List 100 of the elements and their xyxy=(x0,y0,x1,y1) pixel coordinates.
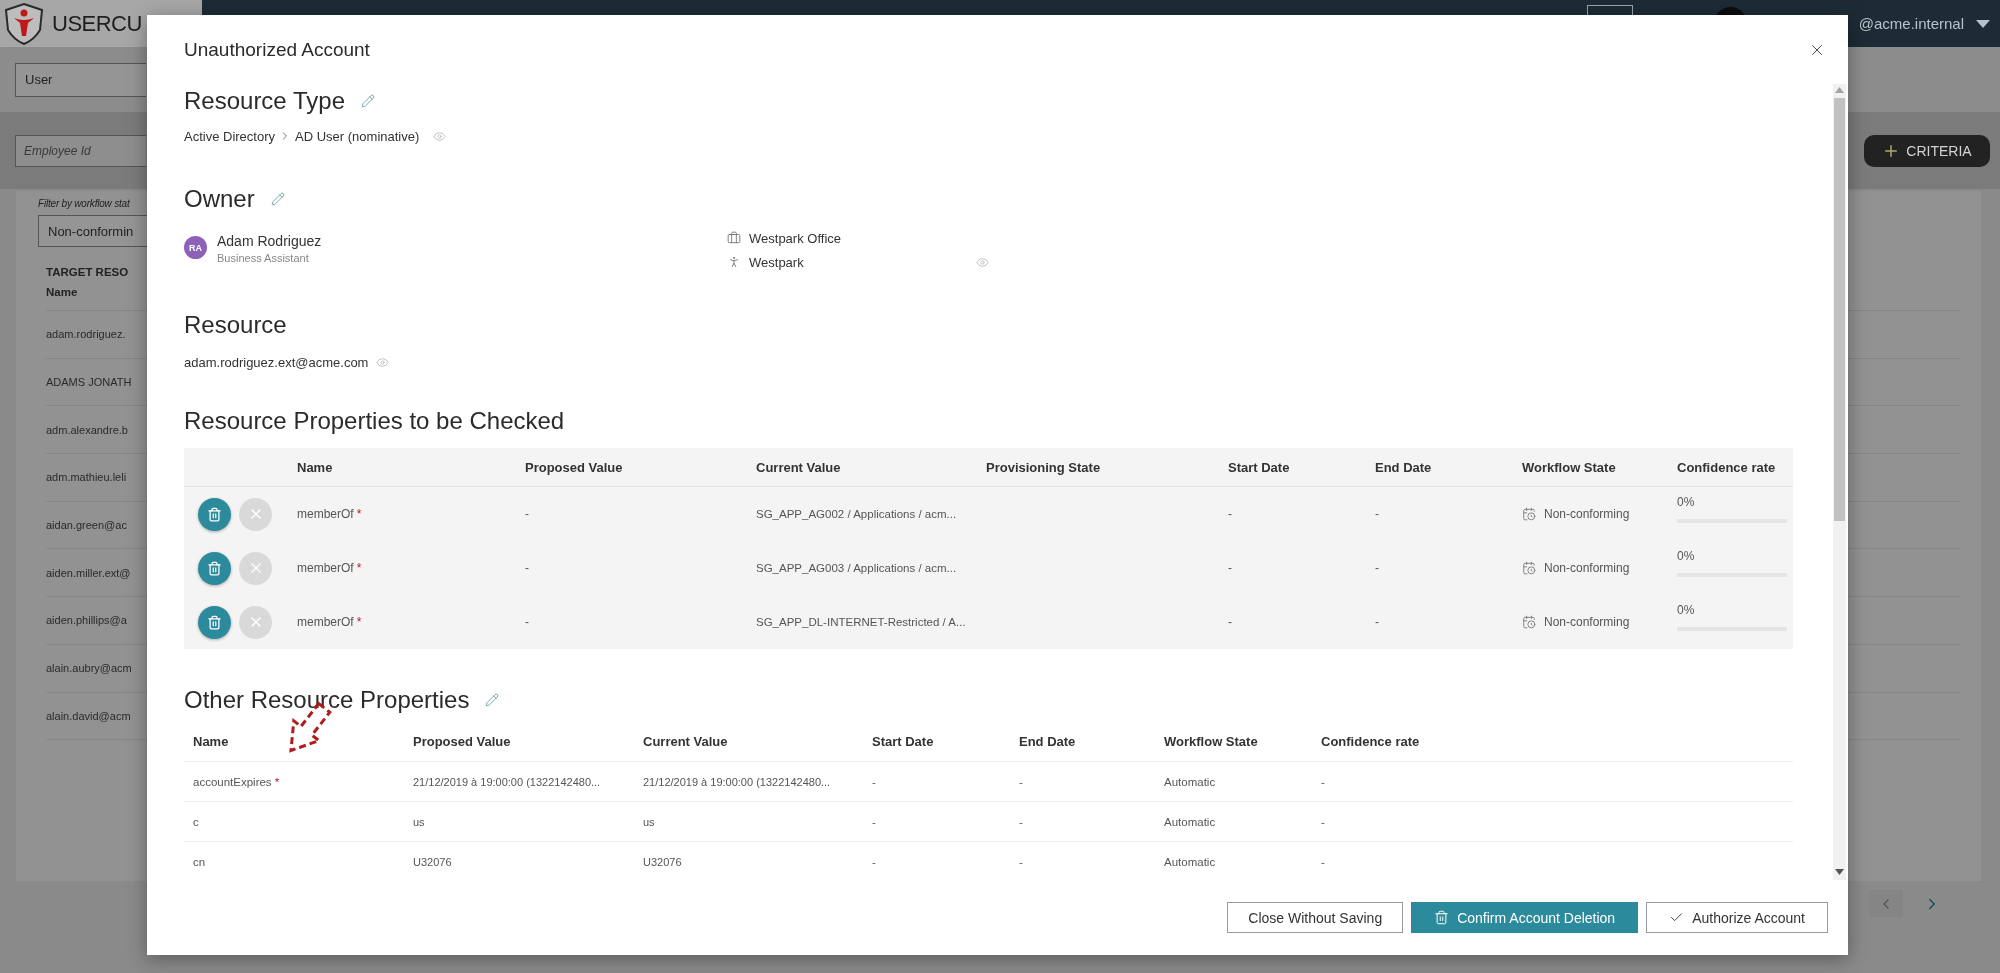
workflow-state: Non-conforming xyxy=(1544,561,1630,575)
table-cell: - xyxy=(1019,815,1023,828)
table-cell: - xyxy=(525,615,529,629)
table-cell: - xyxy=(1375,507,1379,521)
breadcrumb-item[interactable]: Active Directory xyxy=(184,128,276,144)
entity-select[interactable]: User xyxy=(15,62,146,97)
column-header: Confidence rate xyxy=(1677,459,1776,475)
section-heading: Owner xyxy=(184,184,255,214)
table-cell: - xyxy=(872,855,876,868)
dialog-button[interactable]: Confirm Account Deletion xyxy=(1411,902,1639,933)
dismiss-button[interactable] xyxy=(239,497,272,531)
list-item[interactable]: aidan.green@ac xyxy=(46,519,127,532)
table-cell: cn xyxy=(193,855,206,868)
table-cell: SG_APP_AG002 / Applications / acm... xyxy=(756,508,957,520)
table-cell: Automatic xyxy=(1164,775,1216,788)
list-item[interactable]: aiden.phillips@a xyxy=(46,614,127,627)
scroll-up-icon[interactable] xyxy=(1835,87,1844,93)
briefcase-icon xyxy=(727,231,741,245)
table-cell: c xyxy=(193,815,199,828)
table-cell: us xyxy=(643,815,655,828)
eye-icon[interactable] xyxy=(976,255,989,269)
column-header: Name xyxy=(297,459,333,475)
logo-text: USERCU xyxy=(52,10,142,37)
list-item[interactable]: adam.rodriguez. xyxy=(46,328,126,341)
search-field[interactable]: Employee Id xyxy=(15,134,146,167)
dialog-title: Unauthorized Account xyxy=(184,38,370,61)
table-cell: 21/12/2019 à 19:00:00 (1322142480... xyxy=(413,775,601,788)
criteria-button[interactable]: CRITERIA xyxy=(1864,134,1990,167)
section-heading: Resource Properties to be Checked xyxy=(184,406,565,436)
column-header: Start Date xyxy=(872,734,934,749)
column-header: End Date xyxy=(1375,459,1432,475)
table-cell: - xyxy=(1228,561,1232,575)
trash-icon xyxy=(1434,910,1450,925)
table-cell: Automatic xyxy=(1164,815,1216,828)
user-name[interactable]: @acme.internal xyxy=(1858,15,1964,32)
section-heading: Other Resource Properties xyxy=(184,685,470,715)
table-cell: 21/12/2019 à 19:00:00 (1322142480... xyxy=(643,775,831,788)
eye-icon[interactable] xyxy=(433,129,447,143)
calendar-clock-icon xyxy=(1522,561,1536,575)
previous-page-button[interactable] xyxy=(1869,890,1903,917)
edit-icon[interactable] xyxy=(485,693,500,707)
column-header: End Date xyxy=(1019,734,1076,749)
list-item[interactable]: adm.mathieu.leli xyxy=(46,471,127,484)
list-item[interactable]: adm.alexandre.b xyxy=(46,423,128,436)
table-cell: - xyxy=(1019,775,1023,788)
table-cell: - xyxy=(1321,775,1325,788)
trash-icon xyxy=(207,614,222,630)
column-header: Current Value xyxy=(756,459,841,475)
table-cell: - xyxy=(525,561,529,575)
workflow-state: Non-conforming xyxy=(1544,615,1630,629)
dialog-button[interactable]: Authorize Account xyxy=(1646,902,1828,933)
filter-select[interactable]: Non-conformin xyxy=(38,215,147,247)
table-cell: accountExpires * xyxy=(193,775,280,788)
table-cell: SG_APP_AG003 / Applications / acm... xyxy=(756,562,957,574)
column-header: TARGET RESO xyxy=(46,265,129,280)
table-cell: - xyxy=(872,775,876,788)
logo-icon xyxy=(2,1,46,46)
table-cell: U32076 xyxy=(413,855,452,868)
resource-value: adam.rodriguez.ext@acme.com xyxy=(184,354,369,370)
table-cell: - xyxy=(1228,507,1232,521)
calendar-clock-icon xyxy=(1522,615,1536,629)
table-cell: - xyxy=(1321,815,1325,828)
delete-button[interactable] xyxy=(198,551,231,585)
section-heading: Resource Type xyxy=(184,86,345,116)
dialog-button[interactable]: Close Without Saving xyxy=(1227,902,1404,933)
dismiss-button[interactable] xyxy=(239,605,272,639)
owner-role: Business Assistant xyxy=(217,251,310,266)
person-icon xyxy=(727,255,741,269)
list-item[interactable]: aiden.miller.ext@ xyxy=(46,566,131,579)
column-header: Current Value xyxy=(643,734,728,749)
table-cell: - xyxy=(1375,561,1379,575)
breadcrumb-item[interactable]: AD User (nominative) xyxy=(295,128,420,144)
delete-button[interactable] xyxy=(198,605,231,639)
column-header: Proposed Value xyxy=(413,734,511,749)
table-cell: - xyxy=(1321,855,1325,868)
list-item[interactable]: alain.david@acm xyxy=(46,709,131,722)
table-cell: - xyxy=(525,507,529,521)
section-heading: Resource xyxy=(184,310,287,340)
table-cell: - xyxy=(872,815,876,828)
table-cell: memberOf * xyxy=(297,507,362,521)
scroll-down-icon[interactable] xyxy=(1835,869,1844,875)
confidence-rate: 0% xyxy=(1677,495,1695,509)
dismiss-button[interactable] xyxy=(239,551,272,585)
column-header: Name xyxy=(193,734,229,749)
scrollbar-thumb[interactable] xyxy=(1834,98,1845,521)
eye-icon[interactable] xyxy=(376,355,390,369)
delete-button[interactable] xyxy=(198,497,231,531)
caret-icon[interactable] xyxy=(1976,19,1990,28)
column-header: Confidence rate xyxy=(1321,734,1420,749)
list-item[interactable]: ADAMS JONATH xyxy=(46,376,132,389)
trash-icon xyxy=(207,506,222,522)
edit-icon[interactable] xyxy=(270,192,285,206)
table-cell: - xyxy=(1019,855,1023,868)
column-header: Start Date xyxy=(1228,459,1290,475)
edit-icon[interactable] xyxy=(361,94,375,108)
table-cell: memberOf * xyxy=(297,561,362,575)
table-cell: Automatic xyxy=(1164,855,1216,868)
trash-icon xyxy=(207,560,222,576)
owner-name[interactable]: Adam Rodriguez xyxy=(217,232,322,251)
list-item[interactable]: alain.aubry@acm xyxy=(46,662,132,675)
